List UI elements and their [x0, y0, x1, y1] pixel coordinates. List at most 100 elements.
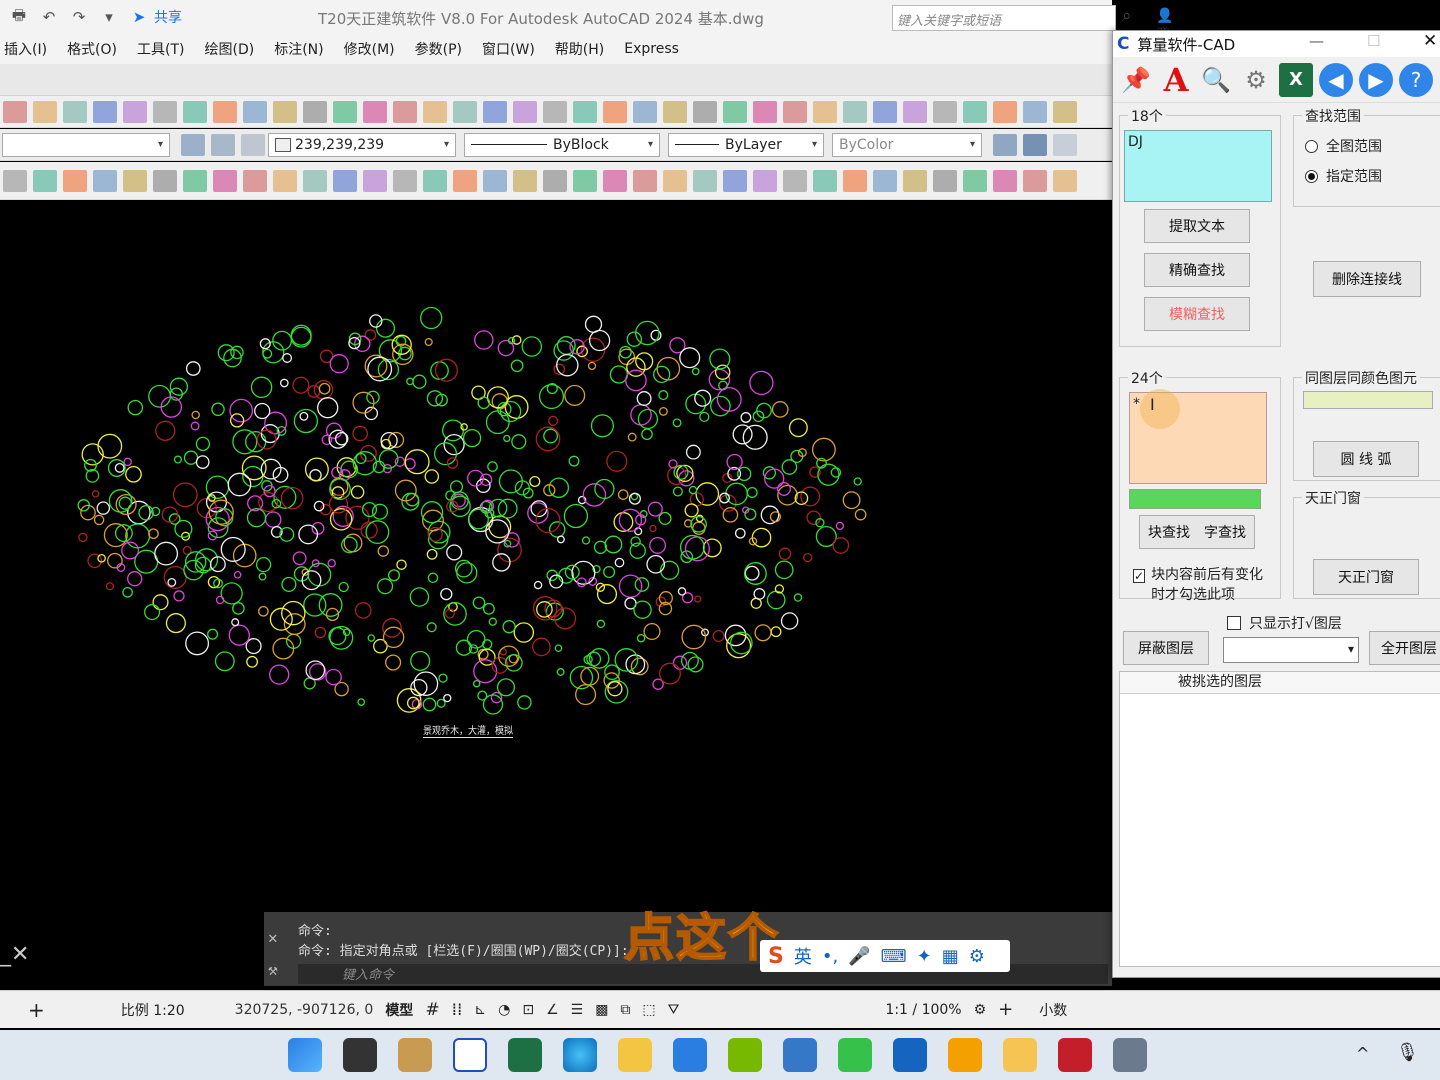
layer-manager-icon[interactable]: [181, 133, 205, 156]
toolbar-button-icon[interactable]: [993, 169, 1017, 192]
share-button[interactable]: 共享: [154, 7, 182, 27]
toolbar-button-icon[interactable]: [813, 169, 837, 192]
tz-door-window-button[interactable]: 天正门窗: [1313, 559, 1419, 595]
layer-states-icon[interactable]: [211, 133, 235, 156]
layer-icon[interactable]: [993, 133, 1017, 156]
toolbar-button-icon[interactable]: [783, 169, 807, 192]
toolbar-button-icon[interactable]: [153, 169, 177, 192]
toolbar-button-icon[interactable]: [963, 169, 987, 192]
maximize-icon[interactable]: ☐: [1367, 32, 1380, 50]
open-all-layer-button[interactable]: 全开图层: [1369, 631, 1440, 665]
help-icon[interactable]: ?: [1399, 62, 1433, 97]
toolbar-button-icon[interactable]: [1053, 100, 1077, 123]
excel-icon[interactable]: X: [1279, 62, 1313, 97]
linetype-combo[interactable]: ByBlock ▾: [464, 132, 660, 157]
toolbar-button-icon[interactable]: [933, 100, 957, 123]
units-display[interactable]: 小数: [1039, 1000, 1067, 1020]
toolbar-button-icon[interactable]: [333, 169, 357, 192]
toolbar-button-icon[interactable]: [633, 169, 657, 192]
search-app-icon[interactable]: [948, 1038, 982, 1072]
redo-icon[interactable]: ↷: [68, 7, 90, 27]
edge-icon[interactable]: [563, 1038, 597, 1072]
notepad-icon[interactable]: [783, 1038, 817, 1072]
ime-punct[interactable]: •,: [822, 946, 838, 967]
autocad-icon[interactable]: [1058, 1038, 1092, 1072]
toolbar-button-icon[interactable]: [3, 169, 27, 192]
toolbar-button-icon[interactable]: [333, 100, 357, 123]
toolbar-button-icon[interactable]: [963, 100, 987, 123]
toolbar-button-icon[interactable]: [723, 100, 747, 123]
scope-all-radio[interactable]: 全图范围: [1305, 136, 1382, 156]
grid-icon[interactable]: #: [425, 1000, 439, 1020]
layer-walk-icon[interactable]: [1023, 133, 1047, 156]
toolbar-button-icon[interactable]: [693, 100, 717, 123]
toolbar-button-icon[interactable]: [213, 100, 237, 123]
toolbar-button-icon[interactable]: [633, 100, 657, 123]
toolbar-button-icon[interactable]: [1023, 100, 1047, 123]
bag-app-icon[interactable]: [1003, 1038, 1037, 1072]
toolbar-button-icon[interactable]: [183, 100, 207, 123]
toolbar-button-icon[interactable]: [273, 100, 297, 123]
toolbar-button-icon[interactable]: [303, 169, 327, 192]
toolbar-button-icon[interactable]: [153, 100, 177, 123]
menu-item-4[interactable]: 标注(N): [264, 39, 333, 59]
toolbar-button-icon[interactable]: [363, 169, 387, 192]
menu-item-8[interactable]: 帮助(H): [545, 39, 614, 59]
toolbar-button-icon[interactable]: [573, 169, 597, 192]
hide-layer-button[interactable]: 屏蔽图层: [1123, 631, 1209, 665]
explorer-icon[interactable]: [618, 1038, 652, 1072]
bulb-icon[interactable]: [1053, 133, 1077, 156]
search-input[interactable]: 键入关键字或短语: [892, 5, 1116, 31]
windows-start-icon[interactable]: [288, 1038, 322, 1072]
selected-layers-list[interactable]: 被挑选的图层: [1119, 671, 1440, 967]
toolbar-button-icon[interactable]: [183, 169, 207, 192]
arrow-right-icon[interactable]: ▶: [1359, 62, 1393, 97]
exact-find-button[interactable]: 精确查找: [1144, 253, 1250, 287]
toolbar-button-icon[interactable]: [543, 100, 567, 123]
toolbar-button-icon[interactable]: [483, 169, 507, 192]
otrack-icon[interactable]: ∠: [546, 1002, 559, 1018]
toolbar-button-icon[interactable]: [753, 169, 777, 192]
toolbar-button-icon[interactable]: [63, 169, 87, 192]
pin-icon[interactable]: 📌: [1119, 63, 1153, 97]
osnap-icon[interactable]: ⊡: [522, 1002, 534, 1018]
excel-icon[interactable]: [508, 1038, 542, 1072]
scale-display[interactable]: 比例 1:20: [121, 1000, 185, 1020]
delete-connector-button[interactable]: 删除连接线: [1313, 261, 1421, 297]
search-icon[interactable]: ⌕: [1122, 6, 1132, 26]
keyboard-icon[interactable]: ⌨: [881, 946, 907, 967]
minimize-icon[interactable]: —: [1309, 32, 1324, 50]
selection-cycle-icon[interactable]: ⧉: [620, 1002, 630, 1018]
toolbar-button-icon[interactable]: [663, 100, 687, 123]
toolbar-button-icon[interactable]: [903, 100, 927, 123]
arrow-left-icon[interactable]: ◀: [1319, 62, 1353, 97]
toolbar-button-icon[interactable]: [243, 169, 267, 192]
toolbar-button-icon[interactable]: [933, 169, 957, 192]
toolbar-button-icon[interactable]: [753, 100, 777, 123]
model-button[interactable]: 模型: [385, 1000, 413, 1020]
toolbar-button-icon[interactable]: [423, 100, 447, 123]
microphone-icon[interactable]: 🎙: [1396, 1042, 1419, 1063]
toolbar-button-icon[interactable]: [993, 100, 1017, 123]
toolbar-button-icon[interactable]: [33, 169, 57, 192]
toolbar-button-icon[interactable]: [693, 169, 717, 192]
toolbar-button-icon[interactable]: [393, 100, 417, 123]
toolbar-button-icon[interactable]: [723, 169, 747, 192]
settings-app-icon[interactable]: [1113, 1038, 1147, 1072]
extract-text-button[interactable]: 提取文本: [1144, 209, 1250, 243]
toolbar-button-icon[interactable]: [453, 169, 477, 192]
toolbar-button-icon[interactable]: [843, 100, 867, 123]
toolbar-button-icon[interactable]: [873, 169, 897, 192]
lineweight-combo[interactable]: ByLayer ▾: [668, 132, 824, 157]
only-show-checkbox[interactable]: 只显示打√图层: [1227, 613, 1342, 633]
toolbar-button-icon[interactable]: [33, 100, 57, 123]
calc-software-icon[interactable]: [453, 1038, 487, 1072]
menu-item-7[interactable]: 窗口(W): [472, 39, 545, 59]
layer-select[interactable]: ▾: [1223, 637, 1359, 663]
print-icon[interactable]: 🖶: [8, 6, 30, 27]
toolbar-button-icon[interactable]: [813, 100, 837, 123]
menu-item-6[interactable]: 参数(P): [405, 39, 472, 59]
toolbar-button-icon[interactable]: [603, 100, 627, 123]
menu-item-0[interactable]: 插入(I): [0, 39, 57, 59]
menu-item-9[interactable]: Express: [614, 41, 689, 57]
